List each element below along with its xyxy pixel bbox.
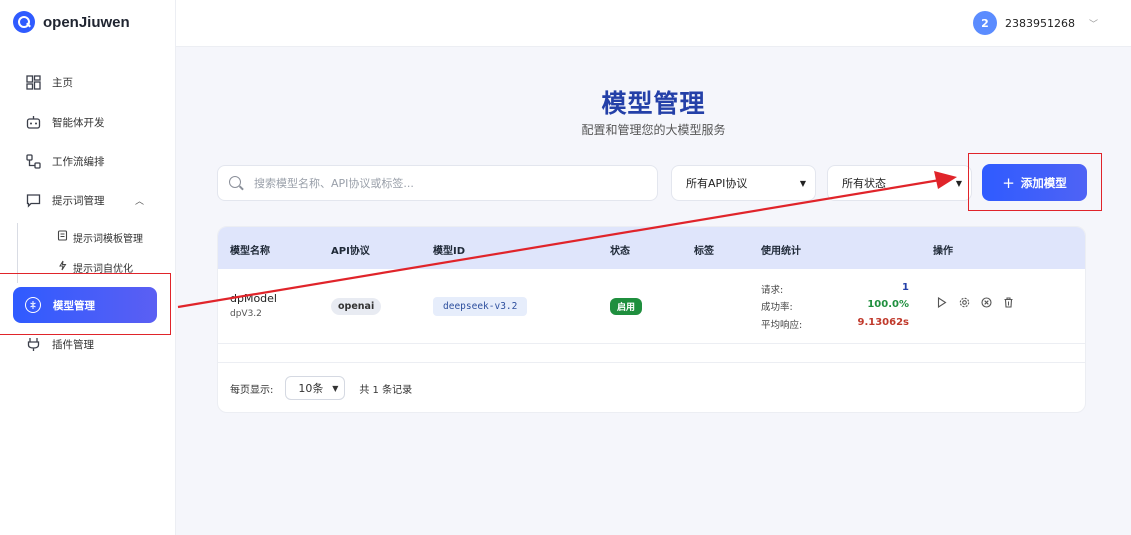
chevron-down-icon: ▼ — [799, 178, 806, 188]
close-circle-icon[interactable] — [981, 297, 992, 311]
table-row[interactable]: dpModel dpV3.2 openai deepseek-v3.2 启用 请… — [218, 269, 1085, 344]
pagination: 每页显示: 10条 ▼ 共 1 条记录 — [230, 376, 412, 400]
logo-icon — [13, 11, 35, 33]
add-model-label: 添加模型 — [1020, 175, 1067, 190]
per-page-select[interactable]: 10条 ▼ — [285, 376, 346, 400]
api-protocol-select[interactable]: 所有API协议 ▼ — [671, 165, 816, 201]
play-icon[interactable] — [937, 296, 947, 311]
robot-icon — [25, 114, 41, 130]
search-box[interactable] — [217, 165, 658, 201]
plus-icon: + — [1002, 173, 1015, 192]
sidebar-item-label: 主页 — [52, 76, 73, 89]
column-header: 使用统计 — [761, 246, 801, 257]
chevron-up-icon[interactable]: ︿ — [135, 194, 144, 207]
sidebar-item-plugins[interactable]: 插件管理 — [0, 332, 176, 356]
top-bar: 2 2383951268 ﹀ — [176, 0, 1131, 47]
model-version: dpV3.2 — [230, 309, 262, 319]
sidebar-subitem-label: 提示词模板管理 — [73, 233, 143, 245]
stat-label: 平均响应: — [761, 320, 803, 331]
column-header: 模型ID — [433, 246, 466, 257]
stat-latency: 9.13062s — [857, 317, 910, 328]
page-title: 模型管理 — [601, 89, 706, 118]
sidebar-item-home[interactable]: 主页 — [0, 70, 176, 94]
sidebar-item-label: 提示词管理 — [52, 194, 105, 207]
plug-icon — [25, 336, 41, 352]
stat-label: 请求: — [761, 285, 784, 296]
stat-label: 成功率: — [761, 302, 793, 313]
user-menu[interactable]: 2 2383951268 ﹀ — [972, 11, 1098, 35]
column-header: API协议 — [331, 246, 370, 257]
sidebar-subitem-prompt-templates[interactable]: 提示词模板管理 — [0, 227, 176, 247]
search-icon — [229, 176, 241, 188]
column-header: 模型名称 — [230, 246, 270, 257]
dashboard-icon — [25, 74, 41, 90]
sidebar-item-label: 插件管理 — [52, 338, 94, 351]
models-table: 模型名称 API协议 模型ID 状态 标签 使用统计 操作 dpModel dp… — [217, 226, 1086, 413]
status-select[interactable]: 所有状态 ▼ — [827, 165, 972, 201]
chevron-down-icon: ﹀ — [1088, 19, 1098, 30]
app-name: openJiuwen — [43, 13, 130, 31]
select-value: 所有状态 — [842, 177, 886, 190]
sidebar-item-agent-dev[interactable]: 智能体开发 — [0, 110, 176, 134]
page-subtitle: 配置和管理您的大模型服务 — [581, 123, 726, 137]
select-value: 所有API协议 — [686, 177, 748, 190]
sidebar-subitem-prompt-optimize[interactable]: 提示词自优化 — [0, 257, 176, 277]
app-logo[interactable]: openJiuwen — [13, 11, 130, 33]
select-value: 10条 — [298, 382, 324, 395]
api-protocol-badge: openai — [331, 298, 382, 315]
sidebar-item-prompts[interactable]: 提示词管理 ︿ — [0, 188, 176, 212]
sidebar: openJiuwen 主页 智能体开发 工作流编排 提示词管理 ︿ 提示词模板管… — [0, 0, 176, 535]
chevron-down-icon: ▼ — [332, 383, 339, 393]
document-icon — [57, 230, 68, 244]
add-model-button[interactable]: + 添加模型 — [982, 164, 1087, 201]
chat-icon — [25, 192, 41, 208]
sidebar-item-workflow[interactable]: 工作流编排 — [0, 149, 176, 173]
sidebar-item-label: 智能体开发 — [52, 116, 105, 129]
total-records: 共 1 条记录 — [359, 384, 413, 396]
model-id-badge: deepseek-v3.2 — [433, 297, 528, 316]
per-page-label: 每页显示: — [230, 384, 274, 396]
status-badge: 启用 — [610, 298, 643, 315]
sidebar-subitem-label: 提示词自优化 — [73, 263, 133, 275]
stat-success-rate: 100.0% — [867, 299, 909, 310]
sidebar-item-label: 模型管理 — [53, 299, 95, 312]
table-header: 模型名称 API协议 模型ID 状态 标签 使用统计 操作 — [218, 227, 1085, 269]
avatar: 2 — [972, 11, 997, 35]
gear-icon[interactable] — [959, 297, 970, 311]
column-header: 状态 — [610, 246, 630, 257]
stat-requests: 1 — [902, 282, 909, 293]
sidebar-item-models[interactable]: 模型管理 — [13, 287, 157, 323]
brain-icon — [25, 297, 41, 313]
chevron-down-icon: ▼ — [955, 178, 962, 188]
user-name: 2383951268 — [1004, 16, 1075, 30]
model-name: dpModel — [230, 292, 277, 305]
column-header: 标签 — [694, 246, 714, 257]
sidebar-item-label: 工作流编排 — [52, 155, 105, 168]
divider — [218, 362, 1085, 363]
column-header: 操作 — [933, 246, 953, 257]
search-input[interactable] — [254, 166, 654, 200]
sparkle-icon — [57, 260, 68, 274]
workflow-icon — [25, 153, 41, 169]
trash-icon[interactable] — [1003, 297, 1014, 311]
